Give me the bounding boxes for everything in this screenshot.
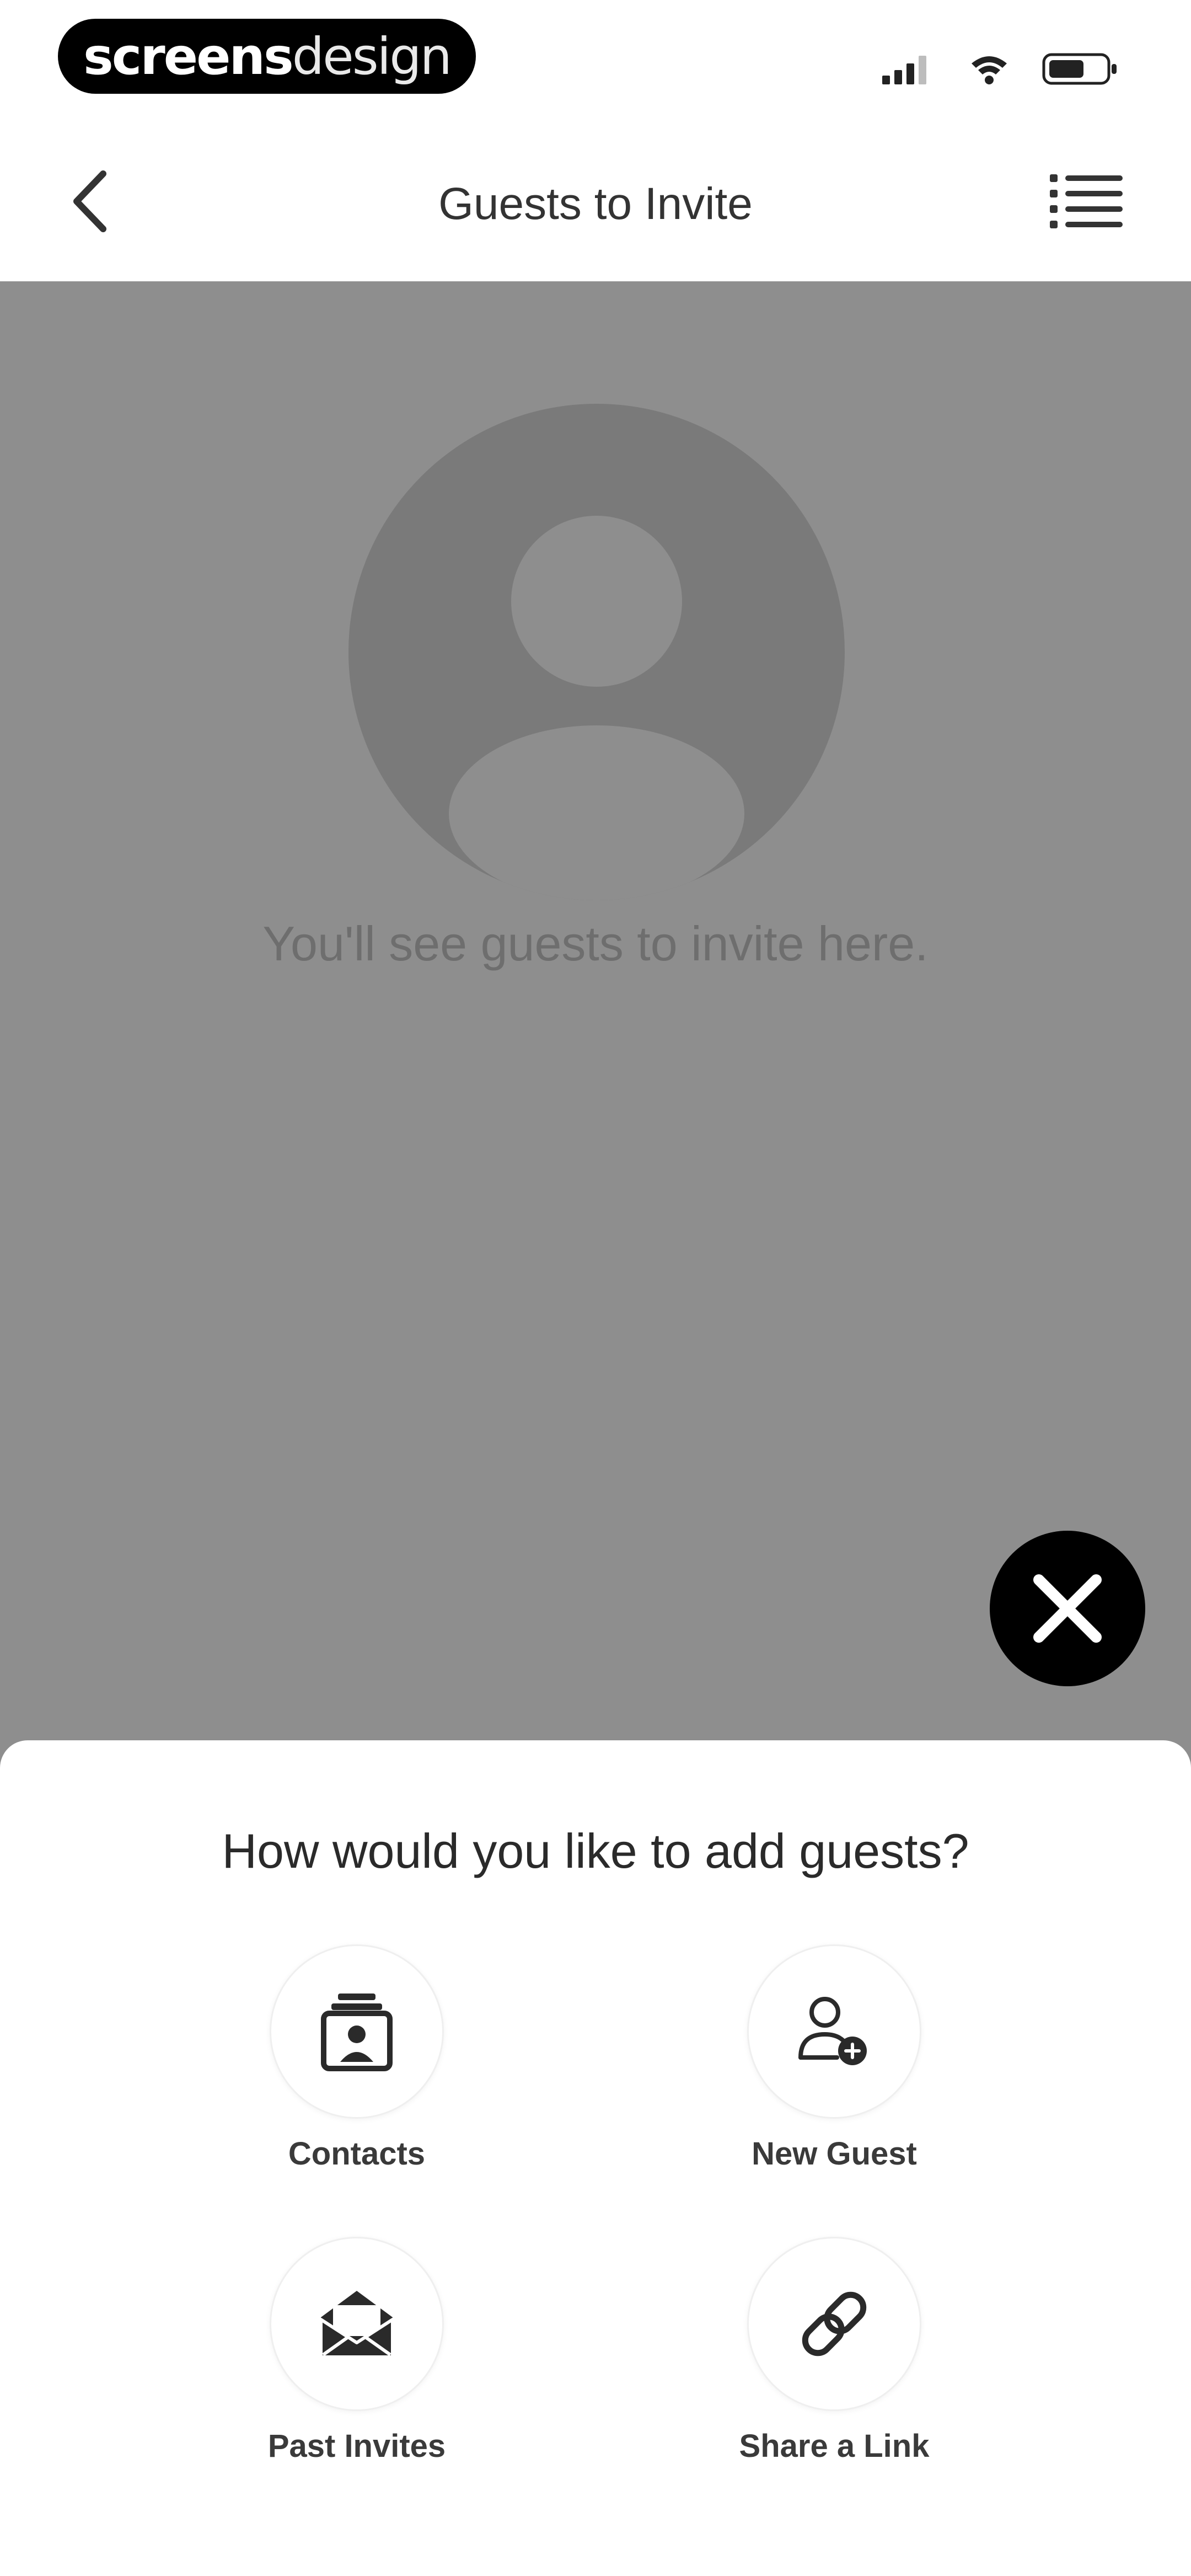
- list-view-button[interactable]: [1042, 157, 1130, 245]
- sheet-title: How would you like to add guests?: [222, 1824, 969, 1878]
- brand-logo-bold: screens: [83, 26, 294, 86]
- past-invites-option-label: Past Invites: [267, 2428, 446, 2464]
- past-invites-option-circle[interactable]: [270, 2237, 444, 2411]
- share-link-option-circle[interactable]: [747, 2237, 921, 2411]
- nav-bar: Guests to Invite: [0, 121, 1191, 281]
- empty-state-message: You'll see guests to invite here.: [262, 916, 929, 971]
- link-icon: [802, 2291, 867, 2356]
- status-bar: screens design: [0, 0, 1191, 121]
- close-button[interactable]: [990, 1531, 1145, 1686]
- add-guests-sheet: How would you like to add guests? Contac…: [0, 1740, 1191, 2576]
- back-button[interactable]: [58, 154, 124, 248]
- cellular-signal-icon: [882, 56, 926, 84]
- chevron-left-icon: [73, 170, 106, 232]
- contacts-option[interactable]: Contacts: [186, 1944, 528, 2172]
- share-link-option[interactable]: Share a Link: [663, 2237, 1005, 2465]
- status-icons: [881, 44, 1119, 94]
- user-avatar-icon: [348, 404, 845, 900]
- new-guest-option-label: New Guest: [752, 2136, 917, 2172]
- battery-icon: [1042, 53, 1117, 85]
- add-person-icon: [798, 1997, 867, 2065]
- page-title: Guests to Invite: [438, 179, 753, 229]
- brand-logo-light: design: [292, 26, 452, 86]
- new-guest-option[interactable]: New Guest: [663, 1944, 1005, 2172]
- brand-logo: screens design: [58, 19, 476, 94]
- list-icon: [1050, 174, 1123, 228]
- wifi-icon: [972, 56, 1007, 84]
- contacts-option-circle[interactable]: [270, 1944, 444, 2119]
- contacts-option-label: Contacts: [288, 2136, 426, 2172]
- envelope-open-icon: [319, 2291, 394, 2359]
- close-icon: [1033, 1574, 1102, 1643]
- share-link-option-label: Share a Link: [739, 2428, 930, 2464]
- new-guest-option-circle[interactable]: [747, 1944, 921, 2119]
- contacts-icon: [321, 1994, 393, 2071]
- past-invites-option[interactable]: Past Invites: [186, 2237, 528, 2465]
